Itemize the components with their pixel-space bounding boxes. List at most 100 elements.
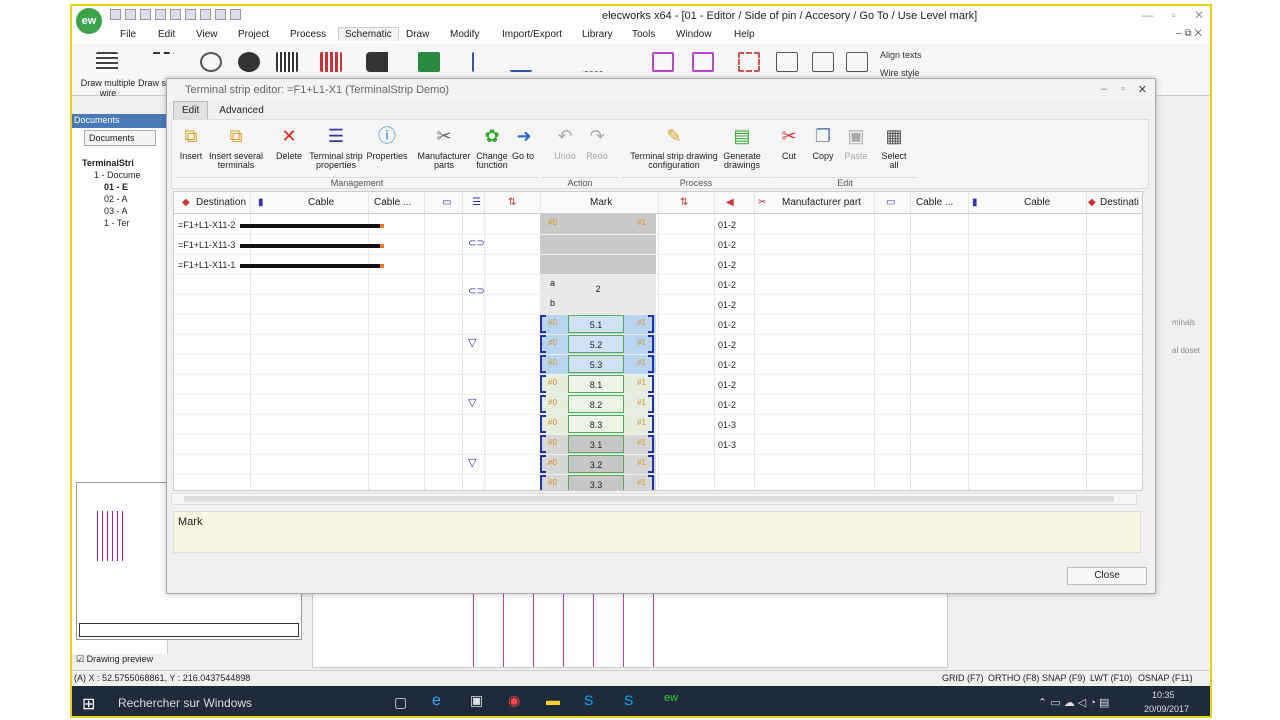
undo-button[interactable]: ↶ Undo (550, 124, 580, 161)
close-icon[interactable]: ✕ (1194, 8, 1204, 22)
bridge-link-icon[interactable]: ⊂⊃ (468, 238, 485, 249)
terminal-row[interactable]: #0 #1 3.3 (540, 474, 656, 490)
menu-draw[interactable]: Draw (406, 29, 429, 40)
ts-properties-button[interactable]: ☰ Terminal strip properties (308, 124, 364, 170)
zoom-window-icon[interactable] (230, 9, 241, 20)
renumber-icon[interactable] (692, 52, 714, 72)
level-cell[interactable]: 01-2 (718, 260, 736, 270)
connector-icon[interactable] (320, 52, 342, 72)
insert-several-button[interactable]: ⧉ Insert several terminals (208, 124, 264, 170)
menu-library[interactable]: Library (582, 29, 613, 40)
col-destination[interactable]: Destination (196, 197, 246, 208)
terminal-row[interactable]: #0 #1 3.2 (540, 454, 656, 474)
destination-cell[interactable]: =F1+L1-X11-2 (178, 220, 235, 230)
terminal-row[interactable] (540, 234, 656, 254)
level-funnel-icon[interactable]: ▽ (468, 456, 476, 469)
level-funnel-icon[interactable]: ▽ (468, 396, 476, 409)
menu-tools[interactable]: Tools (632, 29, 655, 40)
terminal-mark[interactable]: 8.3 (568, 415, 624, 433)
documents-tab[interactable]: Documents (84, 130, 156, 146)
terminal-sub-mark[interactable]: a (550, 278, 555, 288)
menu-modify[interactable]: Modify (450, 29, 479, 40)
level-cell[interactable]: 01-2 (718, 360, 736, 370)
ts-drawing-config-button[interactable]: ✎ Terminal strip drawing configuration (626, 124, 722, 170)
minimize-icon[interactable]: — (1142, 8, 1154, 22)
mark-description-box[interactable]: Mark (173, 511, 1141, 553)
print-icon[interactable] (185, 9, 196, 20)
tree-node[interactable]: 02 - A (104, 194, 128, 204)
skype-icon[interactable]: S (584, 692, 593, 708)
terminal-row[interactable]: #0#11 (540, 214, 656, 244)
terminal-mark[interactable]: 3.3 (568, 475, 624, 490)
skype-business-icon[interactable]: S (624, 692, 633, 708)
dialog-close-icon[interactable]: ✕ (1138, 83, 1147, 96)
terminal-row[interactable]: #0 #1 5.3 (540, 354, 656, 374)
grid-toggle[interactable]: GRID (F7) (942, 673, 984, 683)
level-cell[interactable]: 01-3 (718, 420, 736, 430)
menu-import-export[interactable]: Import/Export (502, 29, 562, 40)
store-icon[interactable]: ▣ (470, 692, 483, 709)
level-cell[interactable]: 01-2 (718, 240, 736, 250)
menu-project[interactable]: Project (238, 29, 269, 40)
break-icon[interactable] (776, 52, 798, 72)
insert-button[interactable]: ⧉ Insert (176, 124, 206, 161)
copy-shape-icon[interactable] (812, 52, 834, 72)
terminal-row[interactable]: #0 #1 8.1 (540, 374, 656, 394)
level-cell[interactable]: 01-2 (718, 340, 736, 350)
tree-node[interactable]: 01 - E (104, 182, 128, 192)
osnap-toggle[interactable]: OSNAP (F11) (1138, 673, 1193, 683)
draw-single-wire-icon[interactable] (152, 52, 174, 72)
draw-multiple-wire-icon[interactable] (96, 52, 118, 72)
origin-destination-icon[interactable] (472, 52, 494, 72)
terminal-mark[interactable]: 5.3 (568, 355, 624, 373)
redo-button[interactable]: ↷ Redo (582, 124, 612, 161)
manufacturer-parts-button[interactable]: ✂ Manufacturer parts (416, 124, 472, 170)
menu-file[interactable]: File (120, 29, 136, 40)
dialog-minimize-icon[interactable]: – (1101, 83, 1107, 95)
terminal-icon[interactable] (276, 52, 298, 72)
tab-advanced[interactable]: Advanced (211, 102, 271, 119)
goto-button[interactable]: ➜ Go to (512, 124, 534, 161)
edge-icon[interactable]: e (432, 692, 441, 710)
select-all-button[interactable]: ▦ Select all (876, 124, 912, 170)
taskbar-search[interactable]: Rechercher sur Windows (118, 696, 252, 710)
align-texts[interactable]: Align texts (880, 50, 922, 60)
lwt-toggle[interactable]: LWT (F10) (1090, 673, 1132, 683)
level-cell[interactable]: 01-2 (718, 300, 736, 310)
col-destination-right[interactable]: Destinati (1100, 197, 1139, 208)
terminal-row[interactable] (540, 254, 656, 274)
save-icon[interactable] (140, 9, 151, 20)
terminal-row[interactable]: #0 #1 5.1 (540, 314, 656, 334)
drawing-preview-toggle[interactable]: ☑ Drawing preview (76, 654, 153, 665)
col-mark[interactable]: Mark (590, 197, 612, 208)
wire-number-icon[interactable] (582, 52, 604, 72)
terminal-row[interactable]: #0 #1 5.2 (540, 334, 656, 354)
level-cell[interactable]: 01-2 (718, 220, 736, 230)
tray-icons[interactable]: ⌃ ▭ ☁ ◁ ◔ ▤ (1038, 696, 1109, 709)
generate-drawings-button[interactable]: ▤ Generate drawings (720, 124, 764, 170)
paste-button[interactable]: ▣ Paste (840, 124, 872, 161)
menu-help[interactable]: Help (734, 29, 755, 40)
mdi-controls[interactable]: – ⧉ ✕ (1176, 28, 1202, 39)
level-cell[interactable]: 01-2 (718, 380, 736, 390)
terminal-sub-mark[interactable]: b (550, 298, 555, 308)
elecworks-taskbar-icon[interactable]: ew (664, 692, 678, 704)
zoom-icon[interactable] (215, 9, 226, 20)
snap-toggle[interactable]: SNAP (F9) (1042, 673, 1085, 683)
menu-edit[interactable]: Edit (158, 29, 175, 40)
maximize-icon[interactable]: ▫ (1172, 8, 1176, 22)
close-button[interactable]: Close (1067, 567, 1147, 585)
terminal-row[interactable]: b (540, 294, 656, 314)
ortho-toggle[interactable]: ORTHO (F8) (988, 673, 1039, 683)
terminal-mark[interactable]: 8.1 (568, 375, 624, 393)
terminal-row[interactable]: 2a (540, 274, 656, 294)
terminal-mark[interactable]: 3.2 (568, 455, 624, 473)
drawing-canvas[interactable] (312, 592, 948, 668)
scroll-thumb[interactable] (184, 496, 1114, 502)
delete-button[interactable]: ✕ Delete (272, 124, 306, 161)
menu-schematic[interactable]: Schematic (338, 27, 399, 41)
level-cell[interactable]: 01-2 (718, 280, 736, 290)
terminal-mark[interactable]: 8.2 (568, 395, 624, 413)
windows-start-icon[interactable]: ⊞ (82, 694, 95, 714)
terminal-row[interactable]: #0 #1 3.1 (540, 434, 656, 454)
